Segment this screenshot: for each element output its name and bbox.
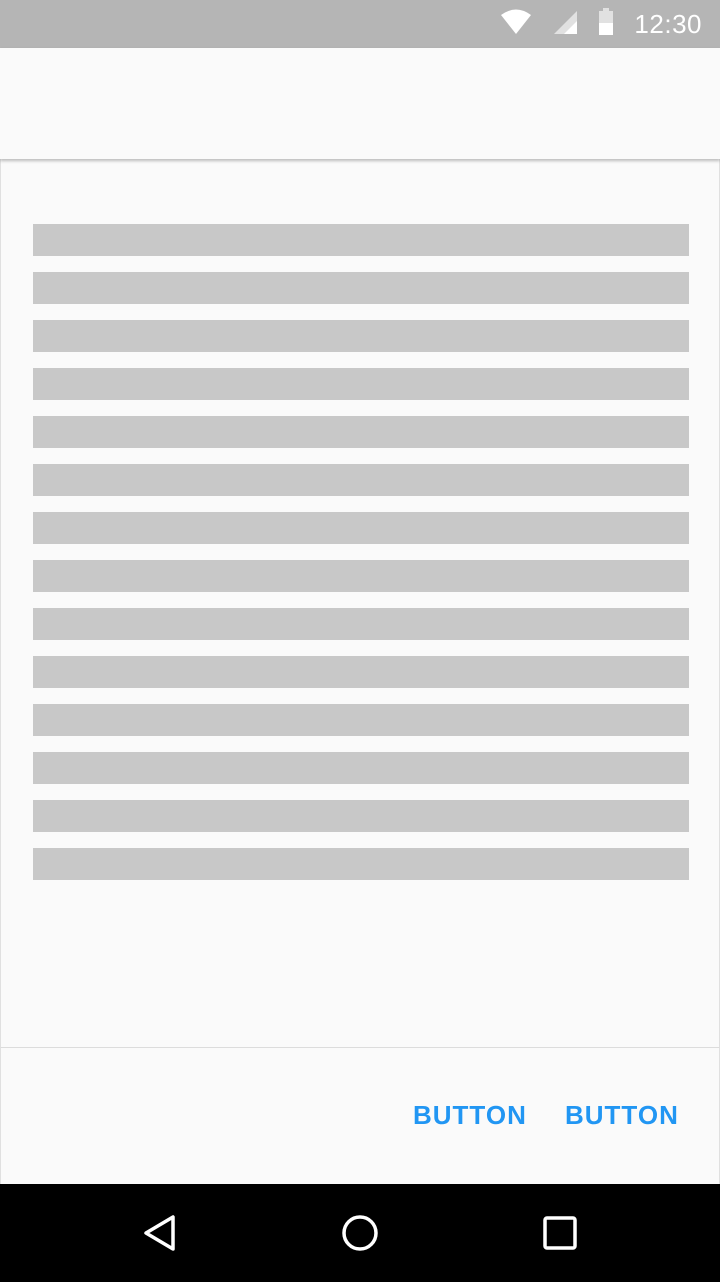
recents-button[interactable] [512, 1184, 608, 1282]
button-2[interactable]: BUTTON [565, 1100, 679, 1131]
battery-icon [598, 7, 614, 41]
navigation-bar [0, 1184, 720, 1282]
placeholder-text-line [33, 320, 689, 352]
status-time: 12:30 [634, 8, 702, 39]
placeholder-text-line [33, 224, 689, 256]
placeholder-text-line [33, 752, 689, 784]
status-icons: 12:30 [500, 0, 702, 48]
placeholder-text-line [33, 656, 689, 688]
placeholder-text-line [33, 560, 689, 592]
placeholder-text-line [33, 608, 689, 640]
cellular-signal-icon [552, 9, 578, 40]
button-1[interactable]: BUTTON [413, 1100, 527, 1131]
home-button[interactable] [312, 1184, 408, 1282]
placeholder-text-line [33, 272, 689, 304]
placeholder-text-line [33, 704, 689, 736]
placeholder-text-line [33, 512, 689, 544]
placeholder-text-line [33, 416, 689, 448]
content-area [0, 159, 720, 1047]
status-bar: 12:30 [0, 0, 720, 48]
recents-icon [543, 1216, 577, 1250]
placeholder-text-line [33, 800, 689, 832]
back-button[interactable] [112, 1184, 208, 1282]
dialog-button-bar: BUTTON BUTTON [0, 1047, 720, 1184]
placeholder-text-line [33, 368, 689, 400]
home-icon [342, 1215, 378, 1251]
placeholder-text-line [33, 848, 689, 880]
app-toolbar [0, 48, 720, 159]
placeholder-text-line [33, 464, 689, 496]
wifi-icon [500, 9, 532, 40]
back-icon [144, 1215, 175, 1251]
